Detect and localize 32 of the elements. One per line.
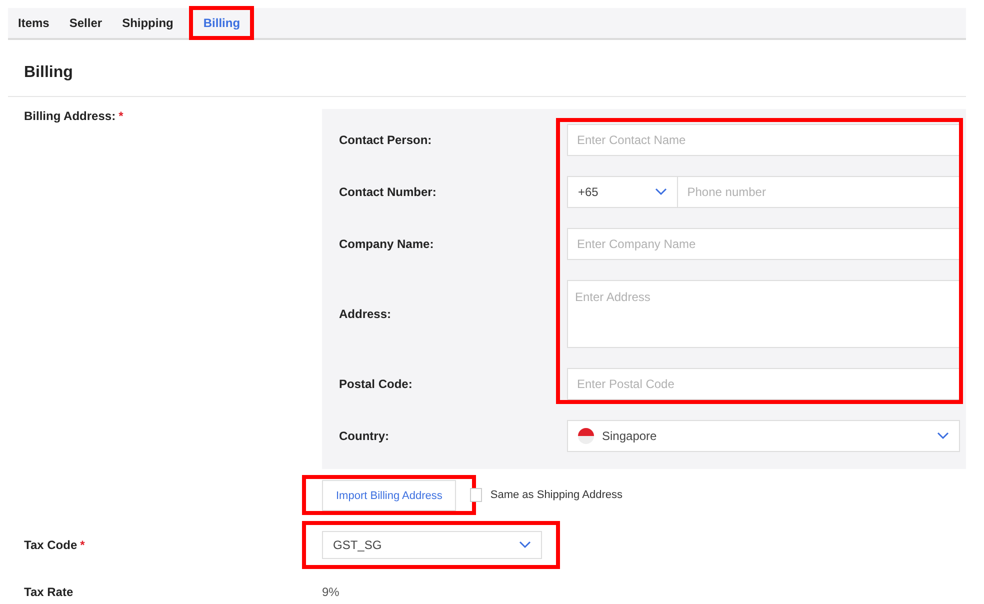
section-title: Billing — [8, 40, 966, 97]
tab[interactable]: Billing — [191, 8, 252, 38]
text-field[interactable]: Enter Postal Code — [567, 368, 960, 400]
field-label: Billing Address: — [23, 109, 116, 123]
text-field[interactable]: Enter Company Name — [567, 228, 960, 260]
field-label: Contact Person: — [338, 133, 433, 147]
chevron-down-icon — [937, 432, 949, 440]
text-field[interactable]: Enter Contact Name — [567, 124, 960, 156]
tax-rate-value: 9% — [322, 585, 340, 599]
required-mark: * — [118, 109, 124, 123]
chevron-down-icon — [655, 188, 668, 196]
field-label: Postal Code: — [338, 377, 414, 391]
checkbox-label: Same as Shipping Address — [490, 489, 622, 501]
field-label: Address: — [338, 307, 392, 321]
checkbox[interactable] — [470, 488, 482, 502]
country-select[interactable]: Singapore — [567, 420, 960, 452]
tax-code-select[interactable]: GST_SG — [322, 531, 542, 559]
address-field[interactable]: Enter Address — [567, 280, 960, 348]
tab[interactable]: Items — [10, 8, 58, 38]
tab[interactable]: Seller — [61, 8, 110, 38]
import-button[interactable]: Import Billing Address — [322, 480, 456, 511]
field-label: Country: — [338, 429, 390, 443]
tab[interactable]: Shipping — [114, 8, 182, 38]
country-code-select[interactable]: +65 — [567, 176, 678, 208]
field-label: Company Name: — [338, 237, 435, 251]
chevron-down-icon — [519, 541, 531, 549]
field-label: Contact Number: — [338, 185, 438, 199]
required-mark: * — [80, 538, 85, 552]
phone-field[interactable]: Phone number — [678, 176, 960, 208]
field-label: Tax Code — [23, 538, 78, 552]
flag-icon — [578, 428, 594, 444]
field-label: Tax Rate — [23, 585, 74, 599]
